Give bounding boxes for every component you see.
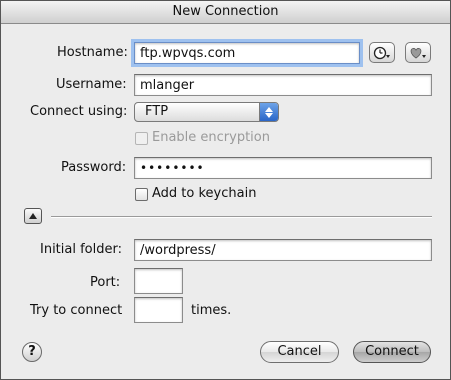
enable-encryption-label: Enable encryption: [152, 130, 270, 145]
port-input[interactable]: [134, 268, 183, 294]
hostname-input[interactable]: [134, 42, 360, 64]
retry-times-label: times.: [191, 303, 232, 318]
retry-count-input[interactable]: [134, 297, 183, 323]
username-input[interactable]: [134, 74, 432, 96]
connect-using-value: FTP: [145, 104, 169, 119]
disclosure-triangle-button[interactable]: [24, 208, 42, 224]
popup-arrows-icon: [259, 103, 278, 121]
add-to-keychain-label: Add to keychain: [152, 186, 257, 201]
connect-using-label: Connect using:: [30, 104, 128, 119]
history-menu-button[interactable]: [369, 42, 395, 63]
initial-folder-label: Initial folder:: [40, 242, 122, 257]
cancel-button[interactable]: Cancel: [260, 341, 339, 363]
new-connection-dialog: New Connection Hostname: Username: Conne…: [0, 0, 451, 380]
password-label: Password:: [61, 160, 127, 175]
enable-encryption-checkbox[interactable]: [135, 132, 148, 145]
hostname-label: Hostname:: [57, 45, 128, 60]
add-to-keychain-checkbox[interactable]: [135, 188, 148, 201]
initial-folder-input[interactable]: [134, 239, 432, 261]
triangle-up-icon: [29, 213, 37, 219]
section-separator: [51, 216, 432, 218]
port-label: Port:: [90, 275, 121, 290]
username-label: Username:: [56, 77, 127, 92]
connect-using-popup[interactable]: FTP: [134, 102, 279, 122]
help-button[interactable]: ?: [22, 342, 42, 362]
favorites-menu-button[interactable]: [405, 42, 431, 63]
password-mask: ••••••••: [140, 161, 205, 175]
clock-icon: [373, 46, 390, 59]
window-title: New Connection: [1, 1, 450, 24]
password-input[interactable]: ••••••••: [134, 157, 432, 179]
connect-button[interactable]: Connect: [353, 341, 431, 363]
retry-label: Try to connect: [30, 303, 123, 318]
heart-icon: [410, 47, 426, 58]
